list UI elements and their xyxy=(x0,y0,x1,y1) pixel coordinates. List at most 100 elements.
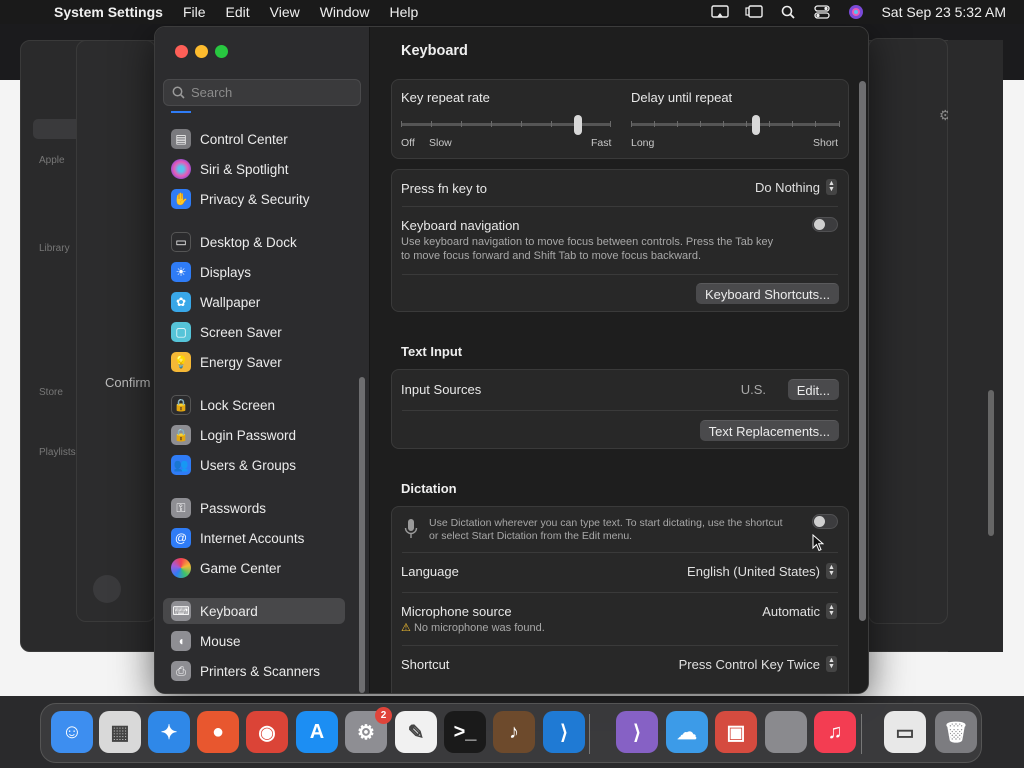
weather-icon[interactable]: ☁ xyxy=(666,711,708,753)
visual-studio-icon[interactable]: ⟩ xyxy=(616,711,658,753)
keyboard-shortcuts-button[interactable]: Keyboard Shortcuts... xyxy=(695,283,839,304)
background-label-store: Store xyxy=(39,387,63,398)
delay-repeat-label: Delay until repeat xyxy=(631,90,733,105)
menu-window[interactable]: Window xyxy=(310,4,380,20)
dictation-heading: Dictation xyxy=(401,481,457,496)
textedit-icon[interactable]: ✎ xyxy=(395,711,437,753)
menu-view[interactable]: View xyxy=(260,4,310,20)
menu-file[interactable]: File xyxy=(173,4,216,20)
key-repeat-thumb[interactable] xyxy=(574,115,582,135)
vscode-icon[interactable]: ⟩ xyxy=(543,711,585,753)
sidebar-list: ▤ Control Center Siri & Spotlight ✋ Priv… xyxy=(155,111,355,693)
sidebar-item-energy-saver[interactable]: 💡 Energy Saver xyxy=(163,349,345,375)
sidebar-item-mouse[interactable]: ◖ Mouse xyxy=(163,628,345,654)
search-icon xyxy=(172,86,185,99)
sidebar-item-wallpaper[interactable]: ✿ Wallpaper xyxy=(163,289,345,315)
sidebar-item-label: Login Password xyxy=(200,427,297,443)
language-label: Language xyxy=(401,564,459,579)
zoom-window-button[interactable] xyxy=(215,45,228,58)
fn-key-label: Press fn key to xyxy=(401,181,487,196)
sidebar-item-label: Game Center xyxy=(200,560,282,576)
control-center-icon[interactable] xyxy=(805,0,839,24)
shortcut-value: Press Control Key Twice xyxy=(678,656,820,672)
text-replacements-button[interactable]: Text Replacements... xyxy=(699,420,839,441)
edit-input-sources-button[interactable]: Edit... xyxy=(787,379,839,400)
dictation-toggle[interactable] xyxy=(812,514,838,529)
sidebar-item-game-center[interactable]: Game Center xyxy=(163,555,345,581)
keyboard-navigation-desc-1: Use keyboard navigation to move focus be… xyxy=(401,236,774,248)
sidebar-item-users-groups[interactable]: 👥 Users & Groups xyxy=(163,452,345,478)
stage-manager-icon[interactable] xyxy=(737,0,771,24)
bulb-icon: 💡 xyxy=(171,352,191,372)
menu-app-name[interactable]: System Settings xyxy=(52,4,173,20)
dictation-card: Use Dictation wherever you can type text… xyxy=(391,506,849,693)
users-icon: 👥 xyxy=(171,455,191,475)
keyboard-navigation-toggle[interactable] xyxy=(812,217,838,232)
sidebar-item-internet-accounts[interactable]: @ Internet Accounts xyxy=(163,525,345,551)
guitar-icon[interactable]: ♪ xyxy=(493,711,535,753)
sidebar-item-siri-spotlight[interactable]: Siri & Spotlight xyxy=(163,156,345,182)
sidebar-item-label: Siri & Spotlight xyxy=(200,161,289,177)
menu-edit[interactable]: Edit xyxy=(216,4,260,20)
sidebar-item-printers-scanners[interactable]: ⎙ Printers & Scanners xyxy=(163,658,345,684)
content-scrollbar[interactable] xyxy=(859,81,866,621)
screen-saver-icon: ▢ xyxy=(171,322,191,342)
launchpad-icon[interactable]: ▦ xyxy=(99,711,141,753)
fn-key-popup[interactable]: Do Nothing ▲ ▼ xyxy=(755,179,837,195)
sidebar-item-screen-saver[interactable]: ▢ Screen Saver xyxy=(163,319,345,345)
app-store-icon[interactable]: A xyxy=(296,711,338,753)
background-scrollbar xyxy=(988,390,994,536)
sidebar-item-label: Users & Groups xyxy=(200,457,297,473)
sidebar-item-lock-screen[interactable]: 🔒 Lock Screen xyxy=(163,392,345,418)
sidebar-item-passwords[interactable]: ⚿ Passwords xyxy=(163,495,345,521)
sidebar-item-label: Wallpaper xyxy=(200,294,261,310)
chrome-icon[interactable]: ◉ xyxy=(246,711,288,753)
firefox-icon[interactable]: ● xyxy=(197,711,239,753)
sidebar-item-desktop-dock[interactable]: ▭ Desktop & Dock xyxy=(163,229,345,255)
text-input-heading: Text Input xyxy=(401,344,463,359)
sidebar-item-login-password[interactable]: 🔒 Login Password xyxy=(163,422,345,448)
apple-icon[interactable] xyxy=(765,711,807,753)
sidebar-item-label: Internet Accounts xyxy=(200,530,305,546)
remote-desktop-icon[interactable]: ▣ xyxy=(715,711,757,753)
sidebar-item-privacy-security[interactable]: ✋ Privacy & Security xyxy=(163,186,345,212)
trash-icon[interactable]: 🗑 xyxy=(935,711,977,753)
sidebar-item-keyboard[interactable]: ⌨ Keyboard xyxy=(163,598,345,624)
delay-long-label: Long xyxy=(631,137,655,149)
microphone-source-label: Microphone source xyxy=(401,604,512,619)
search-field[interactable]: Search xyxy=(163,79,361,106)
finder-icon[interactable]: ☺ xyxy=(51,711,93,753)
text-input-card: Input Sources U.S. Edit... Text Replacem… xyxy=(391,369,849,449)
close-window-button[interactable] xyxy=(175,45,188,58)
sidebar-scrollbar[interactable] xyxy=(359,377,365,693)
settings-icon[interactable]: ⚙ 2 xyxy=(345,707,392,753)
printer-icon: ⎙ xyxy=(171,661,191,681)
background-label-library: Library xyxy=(39,243,70,254)
sidebar-item-control-center[interactable]: ▤ Control Center xyxy=(163,126,345,152)
background-right-window: ⚙ xyxy=(868,38,952,624)
sidebar-item-displays[interactable]: ☀ Displays xyxy=(163,259,345,285)
sidebar-item-label: Mouse xyxy=(200,633,241,649)
microphone-source-popup[interactable]: Automatic ▲ ▼ xyxy=(762,603,837,619)
minimize-window-button[interactable] xyxy=(195,45,208,58)
spotlight-search-icon[interactable] xyxy=(771,0,805,24)
terminal-icon[interactable]: >_ xyxy=(444,711,486,753)
sidebar-item-label: Privacy & Security xyxy=(200,191,310,207)
language-popup[interactable]: English (United States) ▲ ▼ xyxy=(687,563,837,579)
window-icon[interactable]: ▭ xyxy=(884,711,926,753)
background-confirm-text: Confirm xyxy=(105,375,151,390)
delay-repeat-thumb[interactable] xyxy=(752,115,760,135)
menu-clock[interactable]: Sat Sep 23 5:32 AM xyxy=(881,4,1006,20)
shortcut-popup[interactable]: Press Control Key Twice ▲ ▼ xyxy=(679,656,837,672)
menu-bar: System Settings File Edit View Window He… xyxy=(0,0,1024,24)
sidebar-item-label: Screen Saver xyxy=(200,324,282,340)
dictation-desc-2: or select Start Dictation from the Edit … xyxy=(429,530,633,542)
music-icon[interactable]: ♫ xyxy=(814,711,856,753)
screen-mirroring-icon[interactable] xyxy=(703,0,737,24)
menu-help[interactable]: Help xyxy=(380,4,429,20)
delay-short-label: Short xyxy=(813,137,839,149)
siri-icon[interactable] xyxy=(839,0,873,24)
sidebar-item-label: Desktop & Dock xyxy=(200,234,297,250)
safari-icon[interactable]: ✦ xyxy=(148,711,190,753)
dock-separator xyxy=(589,714,590,754)
